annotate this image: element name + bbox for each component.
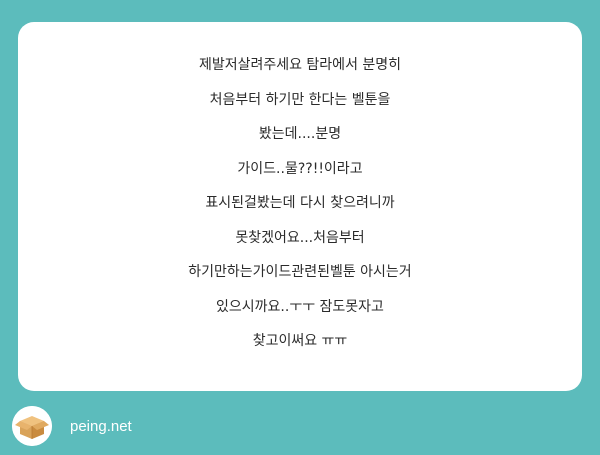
message-text: 제발저살려주세요 탐라에서 분명히 처음부터 하기만 한다는 벨툰을 봤는데..… (18, 48, 582, 359)
message-line: 봤는데....분명 (258, 126, 342, 142)
message-line: 못찾겠어요...처음부터 (235, 229, 365, 246)
message-line: 찾고이써요 ㅠㅠ (252, 333, 348, 349)
message-line: 처음부터 하기만 한다는 벨툰을 (209, 91, 391, 108)
message-line: 제발저살려주세요 탐라에서 분명히 (198, 57, 402, 73)
message-line: 하기만하는가이드관련된벨툰 아시는거 (188, 264, 412, 280)
brand-link[interactable]: peing.net (70, 418, 132, 435)
message-card: 제발저살려주세요 탐라에서 분명히 처음부터 하기만 한다는 벨툰을 봤는데..… (18, 22, 582, 391)
message-line: 있으시까요..ㅜㅜ 잠도못자고 (216, 298, 384, 315)
box-icon (12, 406, 52, 446)
message-line: 표시된걸봤는데 다시 찾으려니까 (205, 195, 395, 211)
footer: peing.net (12, 406, 132, 446)
message-line: 가이드..물??!!이라고 (237, 160, 363, 177)
